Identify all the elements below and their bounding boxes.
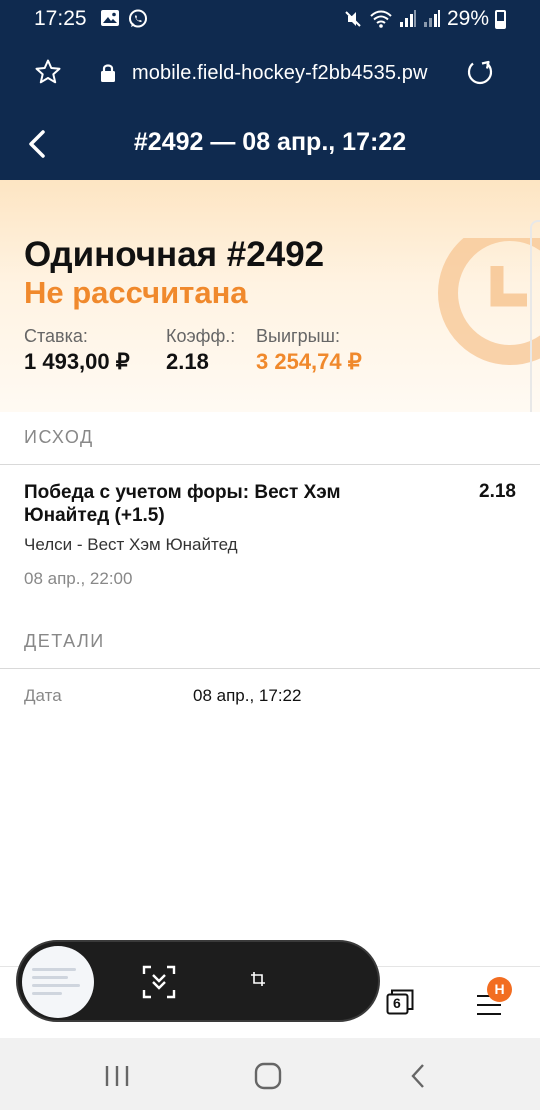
notification-badge: H — [487, 977, 512, 1002]
tab-count: 6 — [393, 995, 401, 1011]
screenshot-toolbar — [16, 940, 380, 1022]
page-title: #2492 — 08 апр., 17:22 — [133, 128, 407, 156]
battery-icon — [495, 9, 506, 29]
bet-title: Одиночная #2492 — [24, 235, 325, 274]
scroll-indicator — [530, 220, 540, 412]
divider — [0, 464, 540, 465]
scroll-capture-icon[interactable] — [142, 965, 176, 999]
home-button[interactable] — [254, 1062, 282, 1090]
outcome-name-line: Юнайтед (+1.5) — [24, 505, 165, 526]
screenshot-thumbnail[interactable] — [22, 946, 94, 1018]
app-header: #2492 — 08 апр., 17:22 — [0, 108, 540, 180]
url-bar: mobile.field-hockey-f2bb4535.pw — [0, 38, 540, 108]
outcome-name-line: Победа с учетом форы: Вест Хэм — [24, 482, 341, 503]
url-text[interactable]: mobile.field-hockey-f2bb4535.pw — [132, 62, 428, 85]
signal-icon — [423, 10, 440, 27]
image-icon — [101, 10, 119, 26]
star-icon[interactable] — [34, 58, 62, 86]
odds-label: Коэфф.: — [166, 326, 236, 346]
bet-status: Не рассчитана — [24, 275, 248, 310]
back-nav-button[interactable] — [408, 1062, 428, 1090]
android-nav-bar — [0, 1038, 540, 1110]
mute-icon — [345, 11, 361, 27]
win-label: Выигрыш: — [256, 326, 340, 346]
signal-icon — [399, 10, 416, 27]
detail-date-value: 08 апр., 17:22 — [193, 686, 302, 705]
divider — [0, 668, 540, 669]
wifi-icon — [370, 10, 392, 28]
outcome-name: Победа с учетом форы: Вест Хэм Юнайтед (… — [24, 481, 424, 527]
crop-icon[interactable] — [251, 972, 265, 986]
outcome-time: 08 апр., 22:00 — [24, 569, 133, 588]
status-time: 17:25 — [34, 7, 87, 30]
win-value: 3 254,74 ₽ — [256, 349, 362, 374]
bet-summary: Одиночная #2492 Не рассчитана Ставка: 1 … — [0, 180, 540, 412]
stake-label: Ставка: — [24, 326, 88, 346]
detail-date-key: Дата — [24, 686, 62, 705]
lock-icon — [101, 64, 115, 82]
whatsapp-icon — [129, 9, 147, 28]
reload-icon[interactable] — [466, 58, 494, 86]
outcome-section-label: ИСХОД — [24, 427, 94, 447]
stake-value: 1 493,00 ₽ — [24, 349, 130, 374]
recent-apps-button[interactable] — [104, 1064, 130, 1088]
status-left-icons — [100, 9, 148, 29]
battery-percent: 29% — [446, 7, 489, 30]
clock-icon — [438, 238, 540, 365]
details-section-label: ДЕТАЛИ — [24, 631, 105, 651]
outcome-match: Челси - Вест Хэм Юнайтед — [24, 535, 238, 554]
odds-value: 2.18 — [166, 349, 209, 374]
status-bar: 17:25 29% — [0, 0, 540, 38]
outcome-odds: 2.18 — [479, 481, 516, 502]
status-right: 29% — [343, 7, 506, 31]
